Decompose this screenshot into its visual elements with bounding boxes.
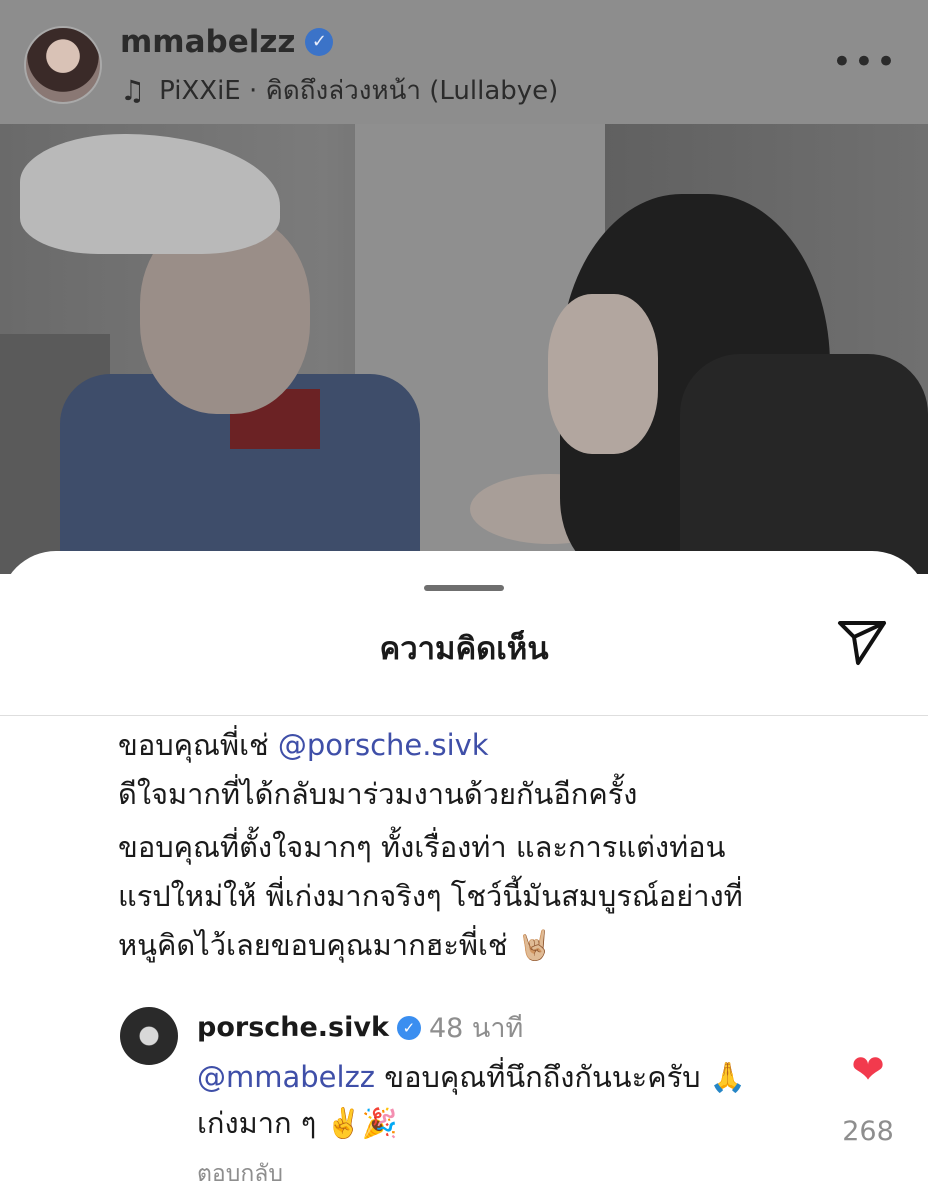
more-options-icon[interactable]: ••• [832, 42, 898, 82]
post-username[interactable]: mmabelzz ✓ [120, 24, 334, 60]
verified-badge-icon: ✓ [396, 1015, 421, 1040]
caption-line: ดีใจมากที่ได้กลับมาร่วมงานด้วยกันอีกครั้… [118, 777, 638, 811]
sheet-title: ความคิดเห็น [379, 631, 549, 667]
profile-avatar[interactable] [24, 26, 102, 104]
mention-link[interactable]: @porsche.sivk [278, 728, 489, 762]
reply-avatar[interactable] [120, 1007, 178, 1065]
comment-reply: porsche.sivk ✓ 48 นาที @mmabelzz ขอบคุณท… [0, 1002, 928, 1202]
caption-line: ขอบคุณที่ตั้งใจมากๆ ทั้งเรื่องท่า และการ… [118, 830, 726, 864]
reply-text-line: เก่งมาก ๆ ✌️🎉 [197, 1106, 398, 1140]
heart-icon[interactable]: ❤ [828, 1050, 908, 1090]
reply-body: @mmabelzz ขอบคุณที่นึกถึงกันนะครับ 🙏 เก่… [197, 1054, 797, 1146]
mention-link[interactable]: @mmabelzz [197, 1060, 375, 1094]
caption-line: ขอบคุณพี่เช่ @porsche.sivk [118, 721, 898, 770]
reply-button[interactable]: ตอบกลับ [197, 1156, 283, 1192]
music-note-icon: ♫ [120, 74, 146, 107]
post-caption: ขอบคุณพี่เช่ @porsche.sivk ดีใจมากที่ได้… [118, 721, 898, 970]
post-photo [0, 124, 928, 574]
comments-sheet: ความคิดเห็น ขอบคุณพี่เช่ @porsche.sivk ด… [0, 551, 928, 1200]
reply-header: porsche.sivk ✓ 48 นาที [197, 1006, 523, 1049]
caption-text: ขอบคุณพี่เช่ [118, 728, 278, 762]
send-icon[interactable] [834, 613, 890, 669]
reply-time: 48 นาที [428, 1013, 524, 1044]
sheet-drag-handle[interactable] [424, 585, 504, 591]
caption-line: แรปใหม่ให้ พี่เก่งมากจริงๆ โชว์นี้มันสมบ… [118, 879, 743, 913]
reply-text-line: ขอบคุณที่นึกถึงกันนะครับ 🙏 [375, 1060, 746, 1094]
username-text[interactable]: mmabelzz [120, 24, 295, 60]
like-control[interactable]: ❤ 268 [828, 1050, 908, 1147]
caption-line: หนูคิดไว้เลยขอบคุณมากฮะพี่เช่ 🤘🏼 [118, 928, 553, 962]
divider [0, 715, 928, 716]
music-label[interactable]: PiXXiE · คิดถึงล่วงหน้า (Lullabye) [159, 70, 558, 111]
music-info[interactable]: ♫ PiXXiE · คิดถึงล่วงหน้า (Lullabye) [120, 70, 558, 111]
reply-username[interactable]: porsche.sivk [197, 1012, 389, 1043]
post-header: mmabelzz ✓ ♫ PiXXiE · คิดถึงล่วงหน้า (Lu… [0, 0, 928, 124]
like-count: 268 [842, 1116, 894, 1147]
verified-badge-icon: ✓ [305, 28, 334, 56]
